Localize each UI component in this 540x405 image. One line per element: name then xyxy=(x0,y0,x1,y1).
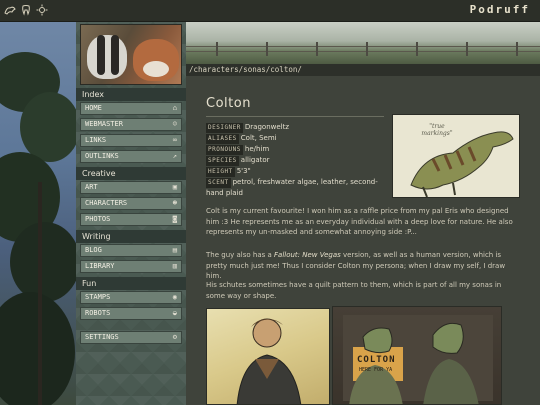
section-creative: Creative xyxy=(76,167,186,180)
versions-text: The guy also has a xyxy=(206,251,274,259)
section-writing: Writing xyxy=(76,230,186,243)
nav-home-label: HOME xyxy=(85,104,102,112)
nav-characters[interactable]: CHARACTERS ☻ xyxy=(80,197,182,210)
gear-icon: ⚙ xyxy=(172,333,177,341)
link-icon: ∞ xyxy=(172,136,177,144)
nav-art[interactable]: ART ▣ xyxy=(80,181,182,194)
fallout-link[interactable]: Fallout: New Vegas xyxy=(274,251,341,259)
fact-height: HEIGHT 5'3" xyxy=(206,166,384,177)
fact-designer: DESIGNER Dragonweltz xyxy=(206,122,384,133)
camera-icon: ◙ xyxy=(172,215,177,223)
fact-pronouns: PRONOUNS he/him xyxy=(206,144,384,155)
nav-settings[interactable]: SETTINGS ⚙ xyxy=(80,331,182,344)
nav-robots[interactable]: ROBOTS ◒ xyxy=(80,307,182,320)
nav-links-label: LINKS xyxy=(85,136,107,144)
nav-blog-label: BLOG xyxy=(85,246,102,254)
tooth-icon[interactable] xyxy=(20,4,32,16)
main-content: Colton DESIGNER Dragonweltz ALIASES Colt, … xyxy=(186,76,540,405)
nav-photos-label: PHOTOS xyxy=(85,215,111,223)
nav-photos[interactable]: PHOTOS ◙ xyxy=(80,213,182,226)
nav-outlinks-label: OUTLINKS xyxy=(85,152,119,160)
sidebar: Index HOME ⌂ WEBMASTER ☺ LINKS ∞ OUTLINKS ↗ … xyxy=(76,22,186,405)
fact-aliases: ALIASES Colt, Semi xyxy=(206,133,384,144)
nav-robots-label: ROBOTS xyxy=(85,309,111,317)
nav-library[interactable]: LIBRARY ▥ xyxy=(80,260,182,273)
stamp-icon: ◉ xyxy=(172,293,177,301)
fact-value[interactable]: Dragonweltz xyxy=(245,123,289,131)
intro-paragraph: Colt is my current favourite! I won him … xyxy=(206,207,513,236)
fact-key: SPECIES xyxy=(206,156,239,166)
fact-key: PRONOUNS xyxy=(206,145,243,155)
schutes-paragraph: His schutes sometimes have a quilt patte… xyxy=(206,281,502,300)
header-banner xyxy=(186,22,540,64)
fact-value: he/him xyxy=(244,145,270,153)
top-bar: Podruff xyxy=(0,0,540,22)
user-icon: ☺ xyxy=(172,120,177,128)
fact-key: HEIGHT xyxy=(206,167,235,177)
fact-species: SPECIES alligator xyxy=(206,155,384,166)
document-icon: ▤ xyxy=(172,246,177,254)
fact-key: DESIGNER xyxy=(206,123,243,133)
nav-webmaster-label: WEBMASTER xyxy=(85,120,123,128)
home-icon: ⌂ xyxy=(172,104,177,112)
poster-title: COLTON xyxy=(357,355,396,365)
nav-art-label: ART xyxy=(85,183,98,191)
nav-webmaster[interactable]: WEBMASTER ☺ xyxy=(80,118,182,131)
image-icon: ▣ xyxy=(172,183,177,191)
robot-icon: ◒ xyxy=(172,309,177,317)
background-tree-photo xyxy=(0,22,76,405)
dragon-icon[interactable] xyxy=(4,4,16,16)
users-icon: ☻ xyxy=(172,199,177,207)
fact-value: petrol, freshwater algae, leather, secon… xyxy=(206,178,378,197)
external-link-icon: ↗ xyxy=(172,152,177,160)
fact-value: 5'3" xyxy=(236,167,251,175)
book-icon: ▥ xyxy=(172,262,177,270)
versions-paragraph: The guy also has a Fallout: New Vegas ve… xyxy=(206,250,520,282)
nav-blog[interactable]: BLOG ▤ xyxy=(80,244,182,257)
fact-scent: SCENT petrol, freshwater algae, leather, … xyxy=(206,177,384,198)
nav-characters-label: CHARACTERS xyxy=(85,199,128,207)
nav-links[interactable]: LINKS ∞ xyxy=(80,134,182,147)
nav-stamps-label: STAMPS xyxy=(85,293,111,301)
fact-value: alligator xyxy=(240,156,270,164)
section-fun: Fun xyxy=(76,277,186,290)
nav-settings-label: SETTINGS xyxy=(85,333,119,341)
nav-outlinks[interactable]: OUTLINKS ↗ xyxy=(80,150,182,163)
site-brand[interactable]: Podruff xyxy=(470,3,530,16)
avatar xyxy=(80,24,182,85)
artwork-human-colton[interactable] xyxy=(206,308,330,405)
breadcrumb: /characters/sonas/colton/ xyxy=(186,64,540,76)
reference-sheet-image[interactable]: "true markings" xyxy=(392,114,520,198)
fact-value: Colt, Semi xyxy=(240,134,277,142)
sun-icon[interactable] xyxy=(36,4,48,16)
fact-key: ALIASES xyxy=(206,134,239,144)
title-divider xyxy=(206,116,384,117)
nav-home[interactable]: HOME ⌂ xyxy=(80,102,182,115)
fact-key: SCENT xyxy=(206,178,231,188)
page-title: Colton xyxy=(206,96,251,111)
artwork-poster[interactable]: COLTON HERE FOR YA xyxy=(332,306,502,405)
poster-subtitle: HERE FOR YA xyxy=(359,367,393,373)
nav-stamps[interactable]: STAMPS ◉ xyxy=(80,291,182,304)
nav-library-label: LIBRARY xyxy=(85,262,115,270)
section-index: Index xyxy=(76,88,186,101)
